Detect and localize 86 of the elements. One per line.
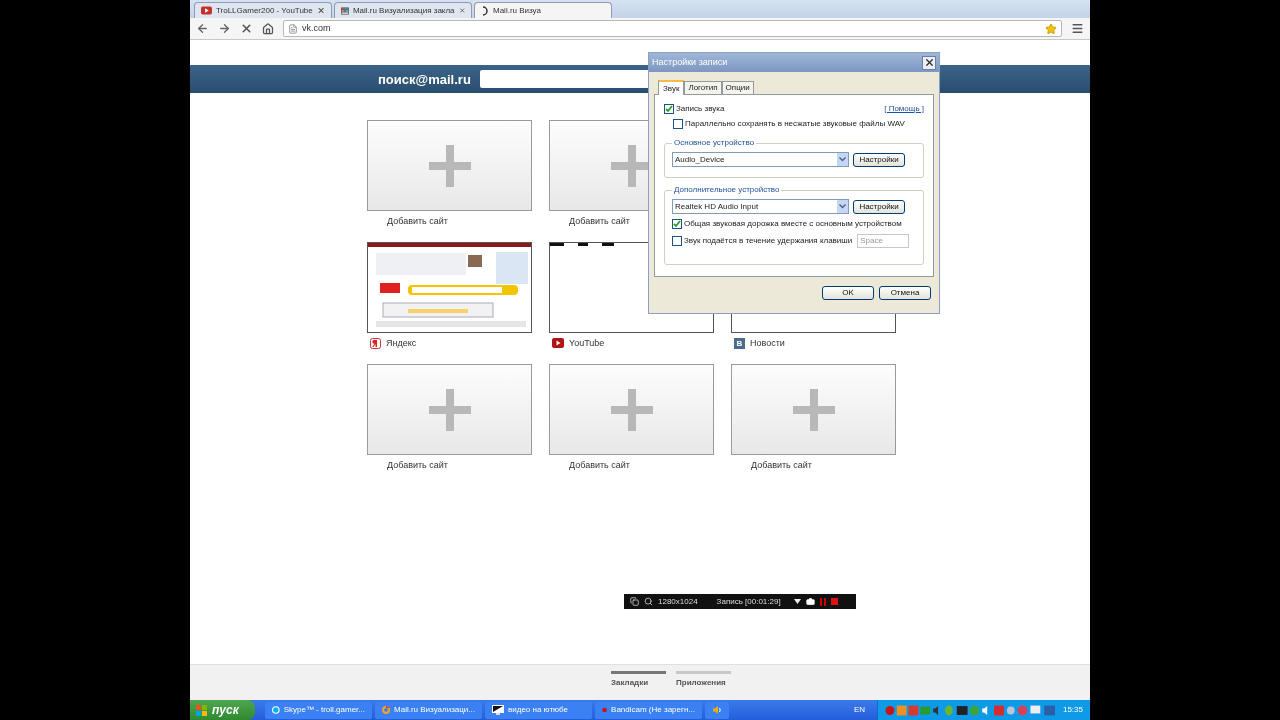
start-button[interactable]: пуск (190, 700, 255, 720)
close-tab-icon[interactable] (458, 6, 465, 15)
plus-icon (610, 388, 653, 431)
stop-icon[interactable] (240, 22, 253, 35)
checkbox-label: Звук подаётся в течение удержания клавиши (684, 237, 853, 245)
tray-icons-drawing[interactable] (885, 704, 1057, 716)
cancel-button[interactable]: Отмена (879, 286, 931, 300)
tile-label[interactable]: Добавить сайт (569, 460, 630, 470)
device-dropdown[interactable]: Realtek HD Audio Input (672, 199, 849, 214)
bookmark-tab[interactable]: Закладки (611, 671, 666, 687)
group-legend: Дополнительное устройство (672, 186, 782, 194)
home-icon[interactable] (262, 22, 274, 35)
address-bar[interactable]: vk.com (283, 20, 1062, 37)
plus-icon (428, 388, 471, 431)
monitor-icon (492, 705, 504, 715)
bookmark-star-icon[interactable] (1045, 22, 1057, 35)
tile-label[interactable]: Яндекс (386, 338, 417, 348)
dropdown-arrow-icon[interactable] (793, 599, 801, 604)
dialog-tab[interactable]: Опции (721, 81, 754, 94)
forward-icon[interactable] (218, 22, 231, 35)
settings-button[interactable]: Настройки (853, 199, 905, 214)
tab-title: TroLLGamer200 - YouTube (215, 6, 313, 15)
browser-icon (382, 705, 391, 715)
taskbar-item[interactable]: Mail.ru Визуализаци... (375, 701, 482, 719)
browser-tab[interactable]: Mail.ru Визуа (474, 2, 612, 18)
video-icon (201, 6, 212, 15)
window-icon[interactable] (630, 597, 639, 606)
tile-label[interactable]: YouTube (569, 338, 605, 348)
device-dropdown[interactable]: Audio_Device (672, 152, 849, 167)
add-site-tile[interactable] (731, 364, 896, 455)
checkbox-label: Запись звука (676, 105, 725, 113)
browser-tab[interactable]: Mail.ru Визуализация закла (334, 2, 472, 18)
taskbar-item[interactable]: видео на ютюбе (485, 701, 592, 719)
windows-logo-icon (196, 704, 208, 716)
recording-status: Запись [00:01:29] (716, 597, 781, 606)
video-icon (552, 338, 564, 348)
close-tab-icon[interactable] (316, 6, 325, 15)
grid-icon (341, 5, 349, 16)
back-icon[interactable] (196, 22, 209, 35)
tile-label[interactable]: Добавить сайт (387, 216, 448, 226)
record-icon (602, 705, 608, 715)
tile-label[interactable]: Добавить сайт (387, 460, 448, 470)
pause-icon[interactable] (819, 597, 826, 606)
dialog-title: Настройки записи (652, 58, 728, 67)
speaker-icon (712, 705, 722, 715)
clock: 15:35 (1062, 706, 1083, 714)
tab-title: Mail.ru Визуализация закла (352, 6, 455, 15)
tile-label[interactable]: Добавить сайт (569, 216, 630, 226)
site-badge: В (734, 337, 745, 349)
add-site-tile[interactable] (367, 364, 532, 455)
tab-title: Mail.ru Визуа (493, 6, 542, 15)
checkbox[interactable] (664, 104, 674, 114)
loading-icon (481, 5, 489, 16)
checkbox-label: Общая звуковая дорожка вместе с основным устройством (684, 220, 902, 228)
resolution-text: 1280x1024 (658, 597, 698, 606)
dialog-tab[interactable]: Логотип (684, 81, 722, 94)
search-logo: поиск@mail.ru (378, 72, 471, 86)
site-icon (370, 337, 381, 349)
tile-label[interactable]: Добавить сайт (751, 460, 812, 470)
settings-button[interactable]: Настройки (853, 152, 905, 167)
bookmark-tab[interactable]: Приложения (676, 671, 731, 687)
language-indicator[interactable]: EN (853, 706, 865, 714)
close-button[interactable] (922, 55, 936, 70)
ok-button[interactable]: OK (822, 286, 874, 300)
plus-icon (428, 144, 471, 187)
checkbox[interactable] (672, 219, 682, 229)
checkbox-label: Параллельно сохранять в несжатые звуковые файлы WAV (685, 120, 905, 128)
search-icon[interactable] (644, 597, 653, 606)
browser-tab[interactable]: TroLLGamer200 - YouTube (194, 2, 332, 18)
dialog-tab[interactable]: Звук (658, 80, 685, 95)
taskbar-item[interactable]: Bandicam (Не зарегн... (595, 701, 702, 719)
help-link[interactable]: [ Помощь ] (884, 105, 924, 113)
group-legend: Основное устройство (672, 139, 757, 147)
add-site-tile[interactable] (549, 364, 714, 455)
close-icon (923, 57, 935, 68)
plus-icon (792, 388, 835, 431)
add-site-tile[interactable] (367, 120, 532, 211)
page-icon (288, 23, 298, 34)
stop-icon[interactable] (830, 598, 838, 605)
camera-icon[interactable] (805, 597, 815, 606)
taskbar-item[interactable]: Skype™ - troll.gamer... (265, 701, 372, 719)
checkbox[interactable] (672, 236, 682, 246)
checkbox[interactable] (673, 119, 683, 129)
menu-icon[interactable] (1071, 22, 1084, 35)
tile-label[interactable]: Новости (750, 338, 785, 348)
skype-icon (272, 705, 280, 715)
